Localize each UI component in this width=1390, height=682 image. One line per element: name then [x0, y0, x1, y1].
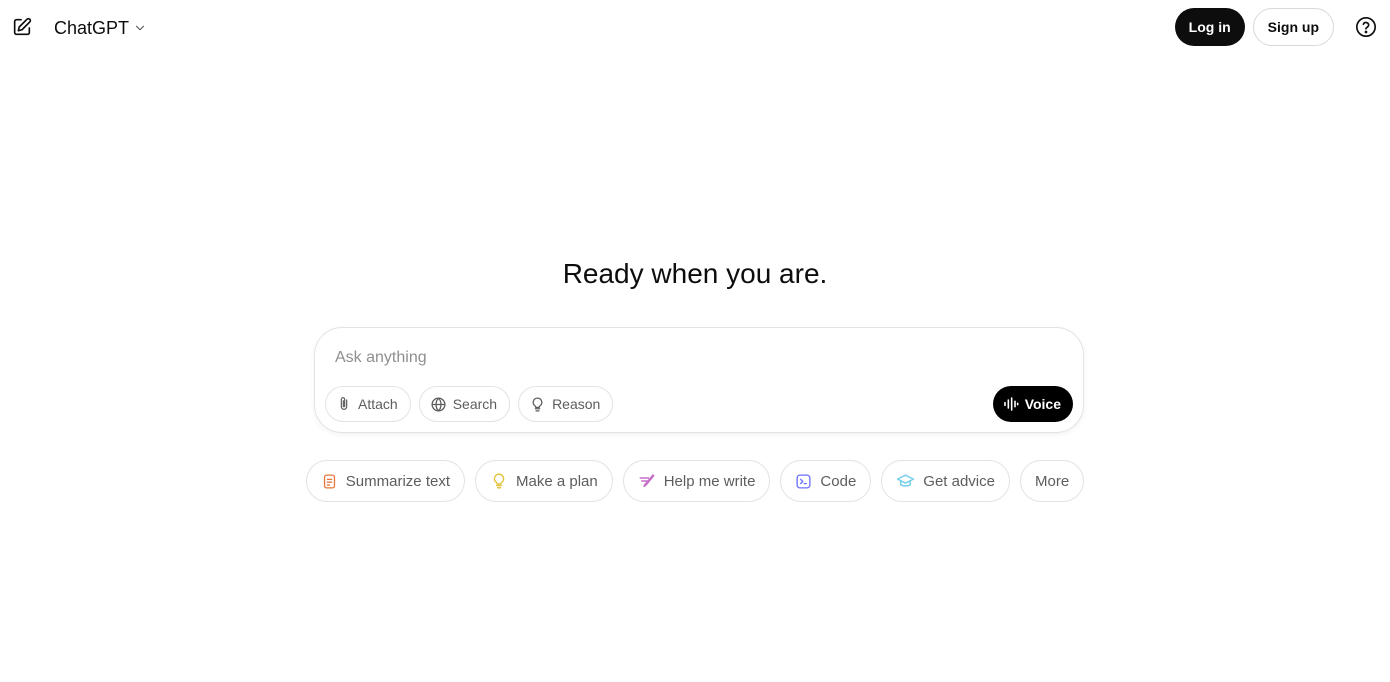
composer: Attach Search Reason — [314, 327, 1084, 433]
model-name: ChatGPT — [54, 17, 130, 38]
suggestion-summarize-text[interactable]: Summarize text — [305, 460, 465, 502]
auth-actions: Log in Sign up — [1174, 8, 1384, 46]
top-bar: ChatGPT Log in Sign up — [0, 0, 1390, 56]
model-selector[interactable]: ChatGPT — [48, 12, 153, 44]
suggestion-get-advice[interactable]: Get advice — [881, 460, 1010, 502]
chevron-down-icon — [133, 21, 147, 35]
lightbulb-icon — [529, 396, 546, 413]
suggestion-code[interactable]: Code — [780, 460, 872, 502]
suggestion-label: Get advice — [923, 472, 995, 490]
lightbulb-icon — [490, 472, 508, 490]
login-button[interactable]: Log in — [1174, 8, 1245, 46]
help-icon — [1355, 16, 1377, 38]
suggestion-label: Help me write — [663, 472, 756, 490]
voice-label: Voice — [1024, 396, 1061, 412]
document-icon — [321, 473, 338, 490]
audio-wave-icon — [1003, 396, 1019, 412]
terminal-icon — [795, 473, 812, 490]
voice-button[interactable]: Voice — [992, 386, 1073, 422]
suggestion-label: Code — [820, 472, 857, 490]
signup-button[interactable]: Sign up — [1252, 8, 1334, 46]
suggestion-label: More — [1035, 472, 1070, 490]
composer-tools: Attach Search Reason — [325, 386, 614, 422]
suggestion-more[interactable]: More — [1020, 460, 1085, 502]
page-headline: Ready when you are. — [562, 258, 828, 289]
graduation-cap-icon — [896, 472, 915, 491]
help-button[interactable] — [1348, 9, 1384, 45]
suggestion-help-me-write[interactable]: Help me write — [622, 460, 771, 502]
search-button[interactable]: Search — [418, 386, 511, 422]
prompt-input[interactable] — [335, 344, 1055, 372]
suggestion-label: Summarize text — [345, 472, 450, 490]
attach-button[interactable]: Attach — [325, 386, 411, 422]
edit-icon — [11, 16, 33, 38]
reason-button[interactable]: Reason — [518, 386, 614, 422]
attach-label: Attach — [358, 396, 398, 412]
suggestion-label: Make a plan — [516, 472, 598, 490]
new-chat-button[interactable] — [10, 15, 34, 39]
suggestion-chips: Summarize text Make a plan Help me write — [0, 460, 1390, 502]
suggestion-make-a-plan[interactable]: Make a plan — [475, 460, 613, 502]
paperclip-icon — [336, 396, 352, 412]
search-label: Search — [452, 396, 498, 412]
pen-icon — [638, 472, 656, 490]
reason-label: Reason — [552, 396, 601, 412]
globe-icon — [430, 396, 447, 413]
